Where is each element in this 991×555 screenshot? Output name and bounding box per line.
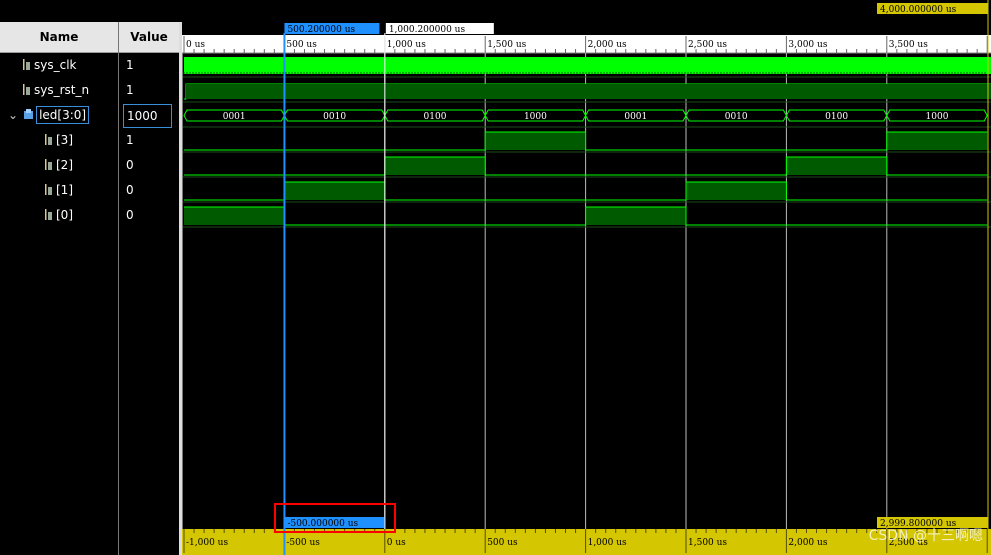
signal-label: [1] [56,183,73,197]
bit-fill-2 [786,157,887,175]
signal-label: sys_rst_n [34,83,90,97]
signal-value-4: 0 [126,158,134,172]
signal-name-2[interactable]: ⌄ led[3:0] [0,103,126,128]
led-bus-value: 0001 [624,112,647,122]
bit-signal-icon [23,59,30,70]
bit-signal-icon [23,84,30,95]
bit-fill-1 [686,182,787,200]
top-tick-label: 3,000 us [788,40,827,50]
signal-label: [3] [56,133,73,147]
signal-value-2[interactable]: 1000 [123,104,172,128]
bit-fill-2 [384,157,486,175]
signal-name-5[interactable]: [1] [0,178,162,203]
bit-fill-1 [284,182,385,200]
signal-value-6: 0 [126,208,134,222]
signal-label: sys_clk [34,58,77,72]
bit-fill-3 [485,132,586,150]
signal-name-3[interactable]: [3] [0,128,162,153]
delta-highlight-box [274,503,396,533]
chevron-down-icon[interactable]: ⌄ [8,108,18,122]
bus-signal-icon [24,109,34,119]
led-bus-value: 1000 [926,112,949,122]
led-bus-value: 0010 [323,112,346,122]
bottom-tick-label: -1,000 us [186,538,228,548]
bit-fill-0 [585,207,686,225]
top-tick-label: 2,500 us [688,40,727,50]
bit-fill-3 [886,132,988,150]
signal-name-6[interactable]: [0] [0,203,162,228]
top-tick-label: 1,500 us [487,40,526,50]
bottom-tick-label: -500 us [286,538,320,548]
bottom-tick-label: 500 us [487,538,518,548]
signal-label: [2] [56,158,73,172]
value-column-header[interactable]: Value [119,22,179,53]
name-column-header[interactable]: Name [0,22,118,53]
signal-value-5: 0 [126,183,134,197]
top-tick-label: 1,000 us [387,40,426,50]
led-bus-value: 1000 [524,112,547,122]
bit-fill-0 [184,207,285,225]
end-label: 4,000.000000 us [880,5,957,15]
signal-name-4[interactable]: [2] [0,153,162,178]
bit-wave-0 [184,206,988,226]
bottom-tick-label: 0 us [387,538,406,548]
bit-signal-icon [45,184,52,195]
signal-value-3: 1 [126,133,134,147]
led-bus-value: 0001 [223,112,246,122]
bottom-tick-label: 1,000 us [588,538,627,548]
top-tick-label: 3,500 us [889,40,928,50]
signal-name-0[interactable]: sys_clk [0,53,140,78]
sys-clk-wave [184,57,991,74]
top-tick-label: 2,000 us [588,40,627,50]
bit-wave-3 [184,131,988,151]
signal-value-0: 1 [126,58,134,72]
bit-signal-icon [45,159,52,170]
sys-rst-n-fill [186,84,991,99]
bottom-tick-label: 1,500 us [688,538,727,548]
signal-value-1: 1 [126,83,134,97]
wave-left-border [182,53,183,529]
main-cursor-label: 500.200000 us [287,25,355,35]
bit-signal-icon [45,209,52,220]
led-bus-value: 0100 [424,112,447,122]
signal-name-1[interactable]: sys_rst_n [0,78,140,103]
led-bus-value: 0100 [825,112,848,122]
signal-label: [0] [56,208,73,222]
top-tick-label: 0 us [186,40,205,50]
waveform-view[interactable]: 0 us 500 us 1,000 us 1,500 us 2,000 us 2,500 … [182,0,991,555]
bit-signal-icon [45,134,52,145]
secondary-cursor-label: 1,000.200000 us [389,25,466,35]
led-bus-value: 0010 [725,112,748,122]
signal-label: led[3:0] [36,106,90,124]
bottom-tick-label: 2,000 us [788,538,827,548]
watermark: CSDN @十三啊嗯 [868,528,983,544]
top-tick-label: 500 us [286,40,317,50]
